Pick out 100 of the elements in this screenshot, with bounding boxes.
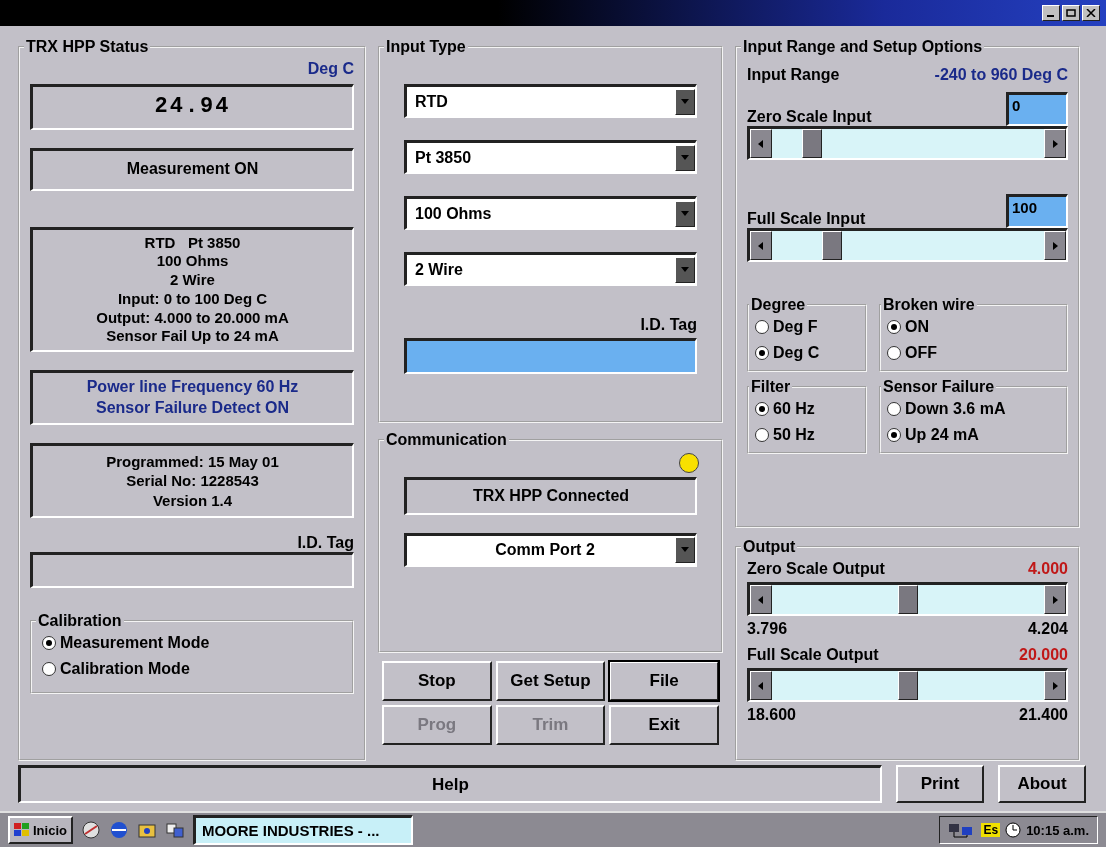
radio-button[interactable] bbox=[887, 320, 901, 334]
radio-label[interactable]: Deg C bbox=[773, 344, 820, 362]
clock-icon bbox=[1005, 822, 1022, 838]
caret-icon bbox=[756, 240, 766, 251]
command-button[interactable]: Exit bbox=[609, 705, 719, 745]
radio-label[interactable]: Deg F bbox=[773, 318, 818, 336]
group-title: Degree bbox=[750, 296, 807, 314]
radio-button[interactable] bbox=[755, 346, 769, 360]
caret-icon bbox=[1050, 138, 1060, 149]
command-button[interactable]: Get Setup bbox=[495, 661, 606, 701]
group-title: Calibration bbox=[37, 612, 123, 631]
caret-icon bbox=[1050, 240, 1060, 251]
unit-label: Deg C bbox=[306, 60, 354, 78]
radio-label[interactable]: ON bbox=[905, 318, 929, 336]
taskbar-task[interactable]: MOORE INDUSTRIES - ... bbox=[192, 815, 413, 845]
connection-status: TRX HPP Connected bbox=[404, 477, 697, 515]
min-value: 18.600 bbox=[747, 706, 796, 724]
scroll-right-button[interactable] bbox=[1044, 129, 1066, 158]
max-value: 4.204 bbox=[1027, 620, 1068, 638]
language-indicator[interactable]: Es bbox=[981, 823, 1001, 837]
temperature-reading: 24.94 bbox=[30, 84, 354, 130]
close-icon bbox=[1086, 9, 1096, 17]
id-tag-label: I.D. Tag bbox=[639, 316, 698, 334]
slider[interactable] bbox=[747, 228, 1068, 262]
scroll-left-button[interactable] bbox=[750, 671, 772, 700]
scale-label: Full Scale Input bbox=[747, 210, 866, 228]
quick-launch-icon[interactable] bbox=[80, 820, 101, 840]
scroll-left-button[interactable] bbox=[750, 585, 772, 614]
footer-button[interactable]: Print bbox=[896, 765, 984, 803]
scale-label: Full Scale Output bbox=[747, 646, 879, 664]
value-input[interactable]: 100 bbox=[1006, 194, 1068, 228]
caret-icon bbox=[1050, 680, 1060, 691]
dropdown[interactable]: 2 Wire bbox=[404, 252, 697, 286]
output-value: 20.000 bbox=[1019, 646, 1068, 664]
scale-label: Zero Scale Input bbox=[747, 108, 872, 126]
value-input[interactable]: 0 bbox=[1006, 92, 1068, 126]
radio-button[interactable] bbox=[755, 320, 769, 334]
scroll-right-button[interactable] bbox=[1044, 231, 1066, 260]
slider[interactable] bbox=[747, 668, 1068, 702]
footer-button[interactable]: About bbox=[998, 765, 1086, 803]
radio-label[interactable]: 60 Hz bbox=[773, 400, 815, 418]
scroll-right-button[interactable] bbox=[1044, 585, 1066, 614]
command-button[interactable]: Stop bbox=[382, 661, 492, 701]
close-button[interactable] bbox=[1082, 5, 1100, 21]
windows-logo-icon bbox=[14, 823, 30, 837]
range-label: Input Range bbox=[747, 66, 840, 84]
group-title: Filter bbox=[750, 378, 792, 396]
maximize-icon bbox=[1066, 9, 1076, 17]
radio-button[interactable] bbox=[755, 402, 769, 416]
radio-label[interactable]: 50 Hz bbox=[773, 426, 815, 444]
radio-button[interactable] bbox=[755, 428, 769, 442]
slider[interactable] bbox=[747, 126, 1068, 160]
minimize-button[interactable] bbox=[1042, 5, 1060, 21]
caret-icon bbox=[756, 680, 766, 691]
radio-button[interactable] bbox=[42, 636, 56, 651]
maximize-button[interactable] bbox=[1062, 5, 1080, 21]
group-title: Sensor Failure bbox=[882, 378, 996, 396]
radio-button[interactable] bbox=[887, 402, 901, 416]
port-dropdown[interactable]: Comm Port 2 bbox=[404, 532, 697, 567]
radio-button[interactable] bbox=[887, 428, 901, 442]
device-info: Programmed: 15 May 01 Serial No: 1228543 Version 1.4 bbox=[30, 442, 354, 519]
quick-launch-icon[interactable] bbox=[108, 820, 129, 840]
scroll-left-button[interactable] bbox=[750, 231, 772, 260]
measurement-status: Measurement ON bbox=[30, 147, 354, 191]
id-tag-field[interactable] bbox=[404, 338, 697, 374]
radio-label[interactable]: Measurement Mode bbox=[60, 634, 210, 653]
caret-icon bbox=[756, 138, 766, 149]
output-value: 4.000 bbox=[1027, 560, 1068, 578]
slider-thumb[interactable] bbox=[802, 129, 823, 158]
scroll-left-button[interactable] bbox=[750, 129, 772, 158]
radio-label[interactable]: OFF bbox=[905, 344, 937, 362]
id-tag-field[interactable] bbox=[30, 552, 354, 589]
command-button[interactable]: File bbox=[609, 661, 719, 701]
slider-thumb[interactable] bbox=[822, 231, 843, 260]
radio-button[interactable] bbox=[887, 346, 901, 360]
group-title: TRX HPP Status bbox=[25, 38, 150, 56]
min-value: 3.796 bbox=[747, 620, 788, 638]
scroll-right-button[interactable] bbox=[1044, 671, 1066, 700]
clock-time: 10:15 a.m. bbox=[1026, 822, 1089, 838]
range-value: -240 to 960 Deg C bbox=[934, 66, 1068, 84]
dropdown[interactable]: Pt 3850 bbox=[404, 140, 697, 174]
group-title: Broken wire bbox=[882, 296, 976, 314]
radio-label[interactable]: Down 3.6 mA bbox=[905, 400, 1006, 418]
group-title: Input Type bbox=[385, 38, 467, 56]
quick-launch-icon[interactable] bbox=[164, 820, 185, 840]
dropdown[interactable]: 100 Ohms bbox=[404, 196, 697, 230]
slider-thumb[interactable] bbox=[898, 671, 918, 700]
start-button[interactable]: Inicio bbox=[8, 816, 73, 844]
group-title: Output bbox=[742, 538, 797, 556]
id-tag-label: I.D. Tag bbox=[296, 534, 354, 553]
slider-thumb[interactable] bbox=[898, 585, 918, 614]
caret-icon bbox=[756, 594, 766, 605]
caret-icon bbox=[1050, 594, 1060, 605]
dropdown[interactable]: RTD bbox=[404, 84, 697, 118]
slider[interactable] bbox=[747, 582, 1068, 616]
settings-note: Power line Frequency 60 Hz Sensor Failure Detect ON bbox=[30, 370, 354, 425]
group-title: Input Range and Setup Options bbox=[742, 38, 984, 56]
radio-label[interactable]: Up 24 mA bbox=[905, 426, 979, 444]
radio-button[interactable] bbox=[42, 662, 56, 677]
radio-label[interactable]: Calibration Mode bbox=[60, 660, 190, 679]
